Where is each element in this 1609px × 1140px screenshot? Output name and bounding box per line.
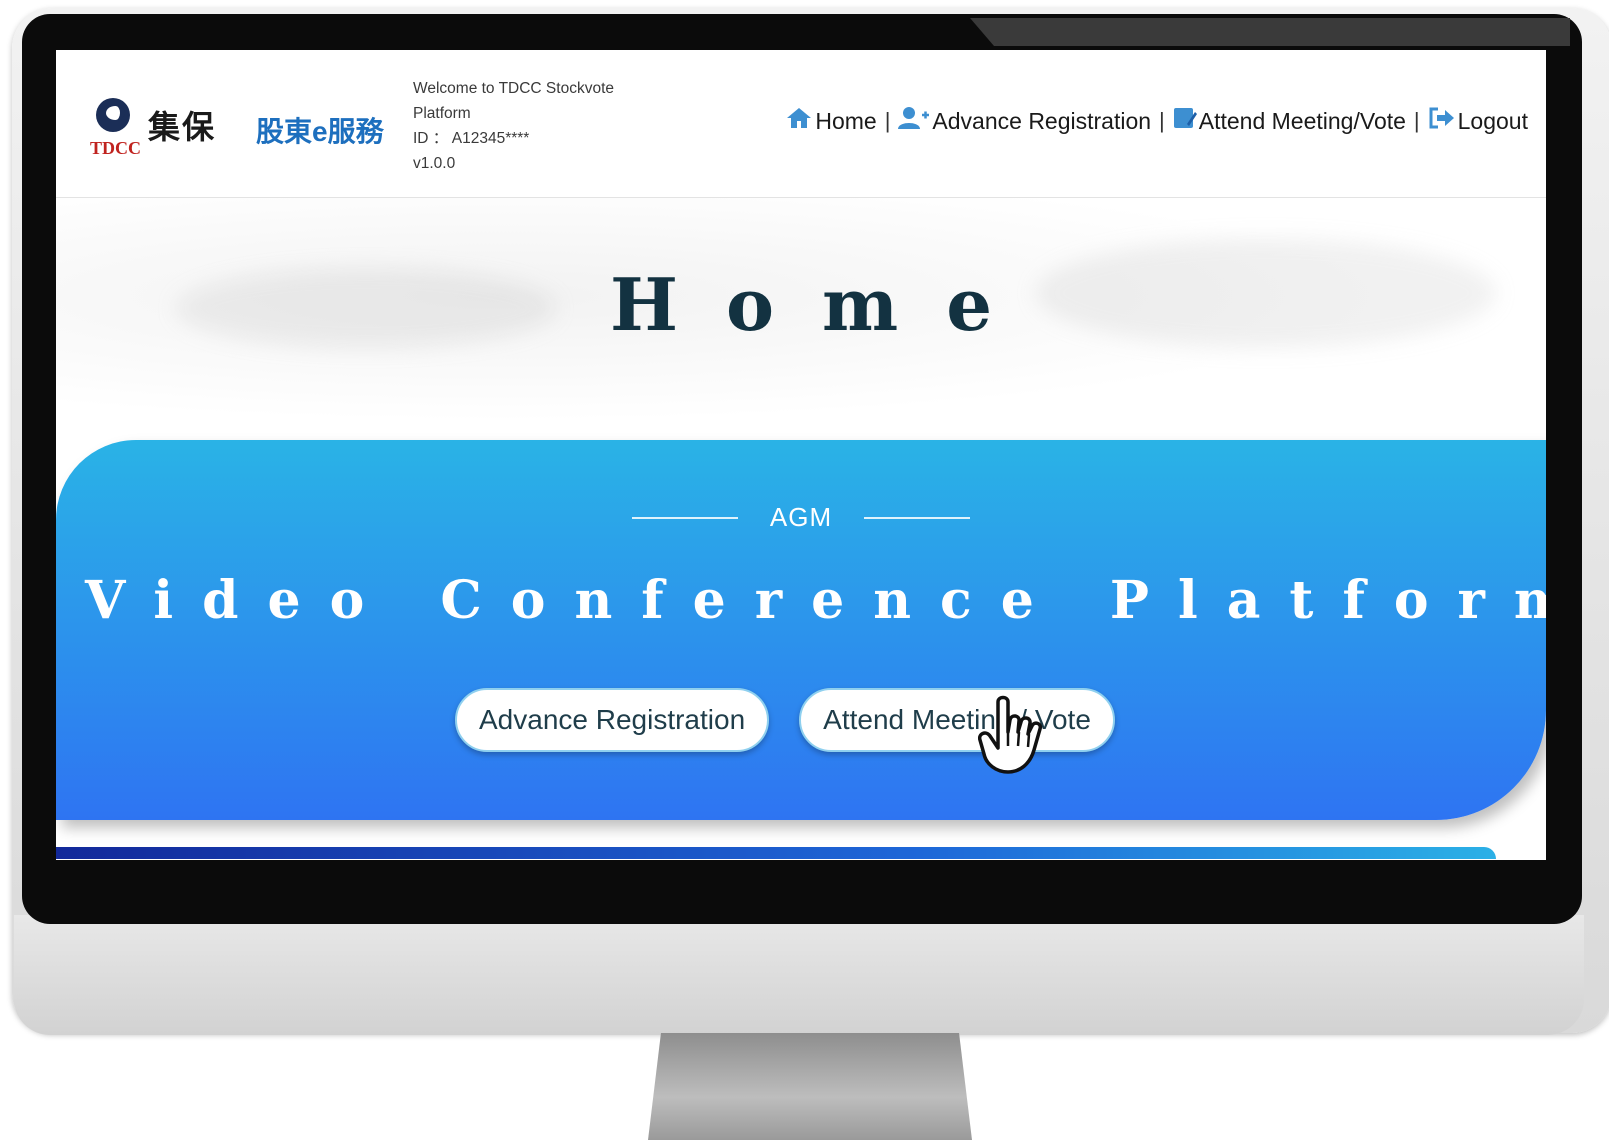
agm-divider-right <box>864 516 971 519</box>
monitor-chin <box>14 915 1584 1035</box>
logo-tdcc-text: TDCC <box>90 138 142 158</box>
page-title: Home <box>609 262 1041 347</box>
home-icon <box>785 106 813 136</box>
nav-separator: | <box>1159 108 1165 133</box>
user-plus-icon <box>898 106 930 136</box>
nav-advance-registration[interactable]: Advance Registration <box>898 106 1151 136</box>
version-label: v1.0.0 <box>413 155 456 172</box>
top-nav: Home | Advance Registration | Attend Mee… <box>785 106 1528 136</box>
tdcc-swirl-icon <box>96 98 130 132</box>
nav-attend-meeting-label: Attend Meeting/Vote <box>1198 107 1406 134</box>
banner-title: Video Conference Platform <box>85 570 1546 631</box>
tdcc-logo[interactable]: TDCC <box>90 98 142 164</box>
bezel-glare <box>970 18 1570 46</box>
nav-separator: | <box>884 108 891 133</box>
user-id: ID ： A12345**** <box>413 130 530 147</box>
logo-chinese-text: 集保 <box>148 108 217 146</box>
nav-home-label: Home <box>815 107 877 134</box>
welcome-line-1: Welcome to TDCC Stockvote <box>413 80 614 97</box>
nav-logout-label: Logout <box>1457 107 1528 134</box>
advance-registration-button[interactable]: Advance Registration <box>455 688 770 752</box>
welcome-line-2: Platform <box>413 105 471 122</box>
hero-section: Home <box>56 198 1546 443</box>
agm-tag: AGM <box>769 502 833 532</box>
edit-icon <box>1173 106 1197 136</box>
logo-service-text: 股東e服務 <box>256 116 384 147</box>
nav-attend-meeting[interactable]: Attend Meeting/Vote <box>1173 106 1406 136</box>
site-header: TDCC 集保 股東e服務 Welcome to TDCC Stockvote … <box>56 50 1546 198</box>
nav-separator: | <box>1413 108 1420 133</box>
browser-screen: TDCC 集保 股東e服務 Welcome to TDCC Stockvote … <box>56 50 1546 860</box>
nav-home[interactable]: Home <box>785 106 877 136</box>
agm-tag-row: AGM <box>56 502 1546 533</box>
nav-advance-registration-label: Advance Registration <box>932 107 1152 134</box>
welcome-info: Welcome to TDCC Stockvote Platform ID ： … <box>413 76 653 176</box>
monitor-stand <box>648 1033 972 1140</box>
sign-out-icon <box>1428 106 1456 136</box>
hand-pointer-icon <box>977 692 1078 782</box>
agm-divider-left <box>631 516 738 519</box>
nav-logout[interactable]: Logout <box>1428 106 1528 136</box>
agm-banner: AGM Video Conference Platform Advance Re… <box>56 440 1546 820</box>
section-divider-strip <box>56 847 1496 859</box>
